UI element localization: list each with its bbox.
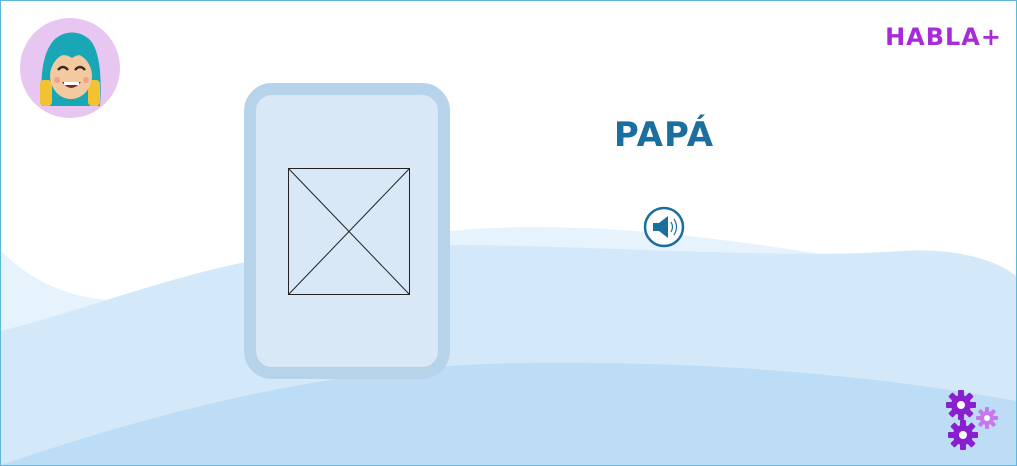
- settings-button[interactable]: [941, 389, 1005, 453]
- play-audio-button[interactable]: [639, 205, 689, 249]
- image-placeholder-icon: [288, 168, 410, 295]
- flashcard[interactable]: [244, 83, 450, 379]
- app-logo: HABLA+: [885, 23, 1002, 51]
- user-avatar-icon: [22, 20, 118, 116]
- app-screen: HABLA+ PAPÁ: [0, 0, 1017, 466]
- background-waves: [1, 227, 1016, 465]
- word-label: PAPÁ: [613, 115, 715, 155]
- user-avatar-button[interactable]: [20, 18, 120, 118]
- gears-icon: [946, 390, 998, 450]
- speaker-icon: [643, 206, 685, 248]
